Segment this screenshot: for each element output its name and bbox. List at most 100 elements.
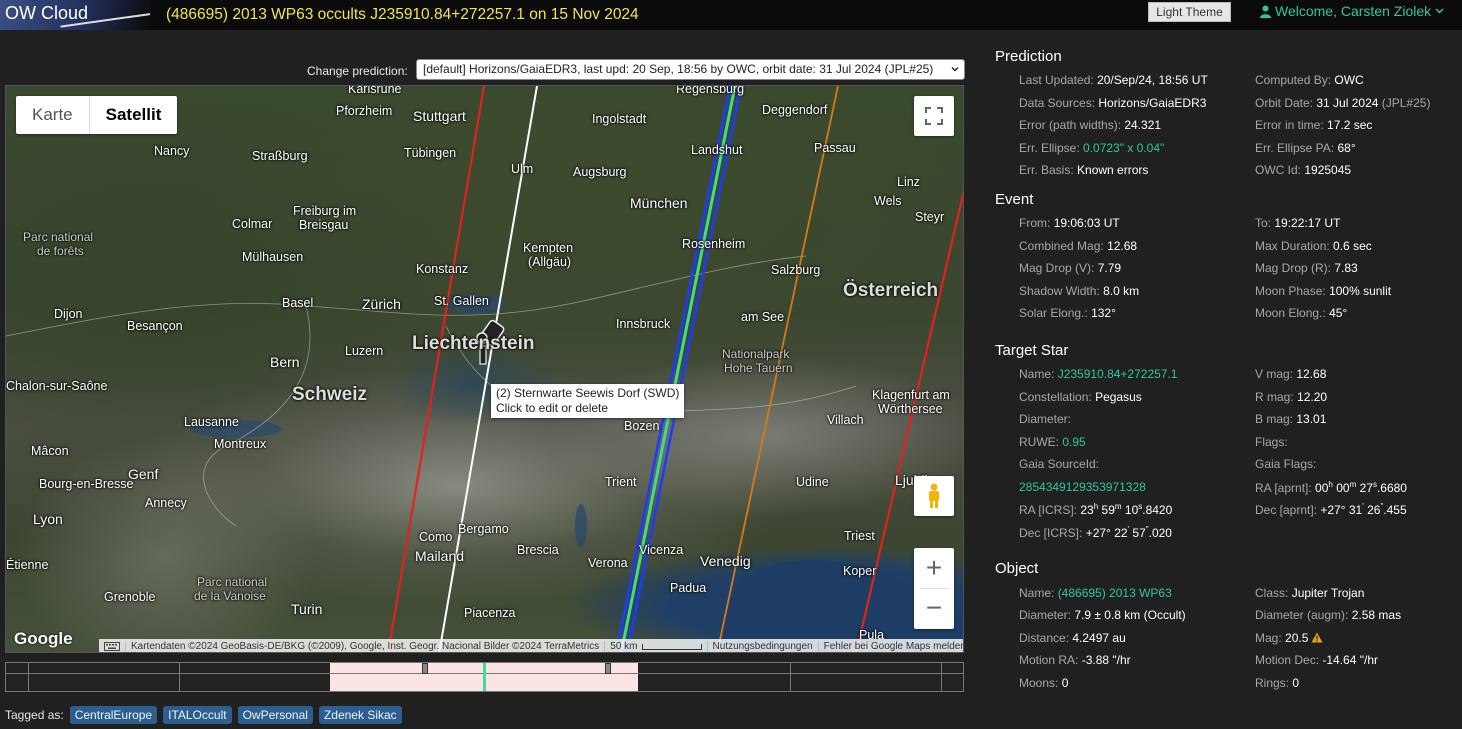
label: Error in time: — [1255, 118, 1324, 132]
err-ellipse-link[interactable]: 0.0723" x 0.04" — [1083, 141, 1164, 155]
map-label: Klagenfurt am — [872, 388, 950, 402]
prediction-select[interactable]: [default] Horizons/GaiaEDR3, last upd: 2… — [416, 59, 965, 80]
value: -3.88 "/hr — [1081, 653, 1131, 667]
event-center-marker — [483, 663, 486, 691]
label: Name: — [1019, 367, 1055, 381]
warning-icon[interactable] — [1311, 632, 1323, 643]
change-prediction-label: Change prediction: — [307, 64, 408, 78]
data-sources-row: Data Sources: Horizons/GaiaEDR3 — [1019, 96, 1206, 110]
value: 24.321 — [1124, 118, 1162, 132]
label: Flags: — [1255, 435, 1288, 449]
light-theme-button[interactable]: Light Theme — [1148, 2, 1231, 22]
map-label: Villach — [827, 413, 864, 427]
value: 12.20 — [1297, 390, 1328, 404]
label: Computed By: — [1255, 73, 1332, 87]
object-name-link[interactable]: (486695) 2013 WP63 — [1058, 586, 1172, 600]
map-label: Rosenheim — [682, 237, 746, 251]
occultation-path-overlay — [6, 86, 963, 652]
object-section-title: Object — [995, 560, 1039, 577]
map-label: Koper — [843, 564, 877, 578]
top-bar: OW Cloud (486695) 2013 WP63 occults J235… — [0, 0, 1462, 30]
report-error-link[interactable]: Fehler bei Google Maps melden — [819, 641, 963, 652]
street-view-pegman-button[interactable] — [914, 476, 954, 516]
tag-item[interactable]: CentralEurope — [69, 706, 158, 724]
star-diameter-row: Diameter: — [1019, 412, 1071, 426]
label: Last Updated: — [1019, 73, 1094, 87]
map-label: Bern — [270, 354, 300, 370]
range-end-handle[interactable] — [605, 663, 611, 674]
map-label: Parc national — [23, 230, 94, 244]
rings-row: Rings: 0 — [1255, 676, 1299, 690]
tag-item[interactable]: Zdenek Sikac — [318, 706, 402, 724]
label: Combined Mag: — [1019, 239, 1104, 253]
fullscreen-button[interactable] — [914, 96, 954, 136]
value: 1925045 — [1304, 163, 1352, 177]
observer-tooltip[interactable]: (2) Sternwarte Seewis Dorf (SWD) Click t… — [491, 384, 685, 418]
value: 8.0 km — [1103, 284, 1140, 298]
map-label: Trient — [605, 475, 637, 489]
value: 132° — [1091, 306, 1116, 320]
map-label: Como — [419, 530, 453, 544]
ra-hours: 00 — [1315, 481, 1329, 495]
map-label: Liechtenstein — [412, 333, 535, 354]
map-label: Lausanne — [184, 415, 239, 429]
tag-item[interactable]: ITALOccult — [163, 706, 232, 724]
gaia-source-id-link[interactable]: 2854349129353971328 — [1019, 480, 1146, 494]
value: +27° 22' 57".020 — [1085, 525, 1172, 540]
map-label: Lyon — [33, 511, 63, 527]
terms-link[interactable]: Nutzungsbedingungen — [708, 641, 819, 652]
value: Known errors — [1077, 163, 1149, 177]
map-scale[interactable]: 50 km — [605, 641, 708, 652]
tooltip-station-name: (2) Sternwarte Seewis Dorf (SWD) — [496, 386, 680, 400]
map-label: Konstanz — [416, 262, 469, 276]
err-ellipse-row: Err. Ellipse: 0.0723" x 0.04" — [1019, 141, 1164, 155]
label: Mag: — [1255, 631, 1282, 645]
star-name-link[interactable]: J235910.84+272257.1 — [1058, 367, 1178, 381]
tag-item[interactable]: OwPersonal — [237, 706, 313, 724]
prediction-section-title: Prediction — [995, 48, 1062, 65]
map-label: Wörthersee — [878, 402, 943, 416]
map-label: Colmar — [232, 217, 273, 231]
solar-elong-row: Solar Elong.: 132° — [1019, 306, 1116, 320]
range-start-handle[interactable] — [422, 663, 428, 674]
motion-ra-row: Motion RA: -3.88 "/hr — [1019, 653, 1131, 667]
map-label: Triest — [844, 529, 875, 543]
keyboard-shortcuts-button[interactable] — [99, 642, 126, 651]
map-label: Nancy — [154, 144, 190, 158]
satellite-map[interactable]: Karlsruhe Regensburg Pforzheim Stuttgart… — [5, 85, 964, 653]
constellation-row: Constellation: Pegasus — [1019, 390, 1142, 404]
value: 19:06:03 UT — [1053, 216, 1120, 230]
ra-fraction: .6680 — [1376, 481, 1407, 495]
timeline-tick — [179, 663, 180, 691]
map-type-karte-button[interactable]: Karte — [16, 96, 89, 134]
value: 12.68 — [1296, 367, 1327, 381]
map-type-satellit-button[interactable]: Satellit — [88, 96, 178, 134]
zoom-in-button[interactable]: + — [914, 548, 954, 588]
welcome-text: Welcome, Carsten Ziolek — [1275, 3, 1432, 19]
map-label: Montreux — [214, 437, 267, 451]
ra-minutes: 59 — [1101, 503, 1115, 517]
google-logo: Google — [14, 629, 73, 648]
zoom-out-button[interactable]: − — [914, 588, 954, 628]
err-basis-row: Err. Basis: Known errors — [1019, 163, 1148, 177]
app-logo[interactable]: OW Cloud — [0, 0, 150, 30]
orbit-source: (JPL#25) — [1381, 96, 1431, 110]
label: OWC Id: — [1255, 163, 1302, 177]
shadow-width-row: Shadow Width: 8.0 km — [1019, 284, 1139, 298]
ra-fraction: .8420 — [1142, 503, 1173, 517]
from-row: From: 19:06:03 UT — [1019, 216, 1120, 230]
map-label: Basel — [282, 296, 314, 310]
ra-hours: 23 — [1080, 503, 1094, 517]
user-menu[interactable]: Welcome, Carsten Ziolek — [1260, 3, 1444, 19]
dec-fraction: .020 — [1148, 526, 1172, 540]
mag-drop-r-row: Mag Drop (R): 7.83 — [1255, 261, 1358, 275]
err-ellipse-pa-row: Err. Ellipse PA: 68° — [1255, 141, 1356, 155]
value: 100% sunlit — [1329, 284, 1392, 298]
label: Diameter: — [1019, 412, 1072, 426]
map-label: Zürich — [362, 296, 401, 312]
label: V mag: — [1255, 367, 1294, 381]
label: Moons: — [1019, 676, 1059, 690]
time-slider[interactable] — [5, 662, 964, 692]
map-label: Mâcon — [31, 444, 69, 458]
diameter-source: (Occult) — [1143, 608, 1186, 622]
